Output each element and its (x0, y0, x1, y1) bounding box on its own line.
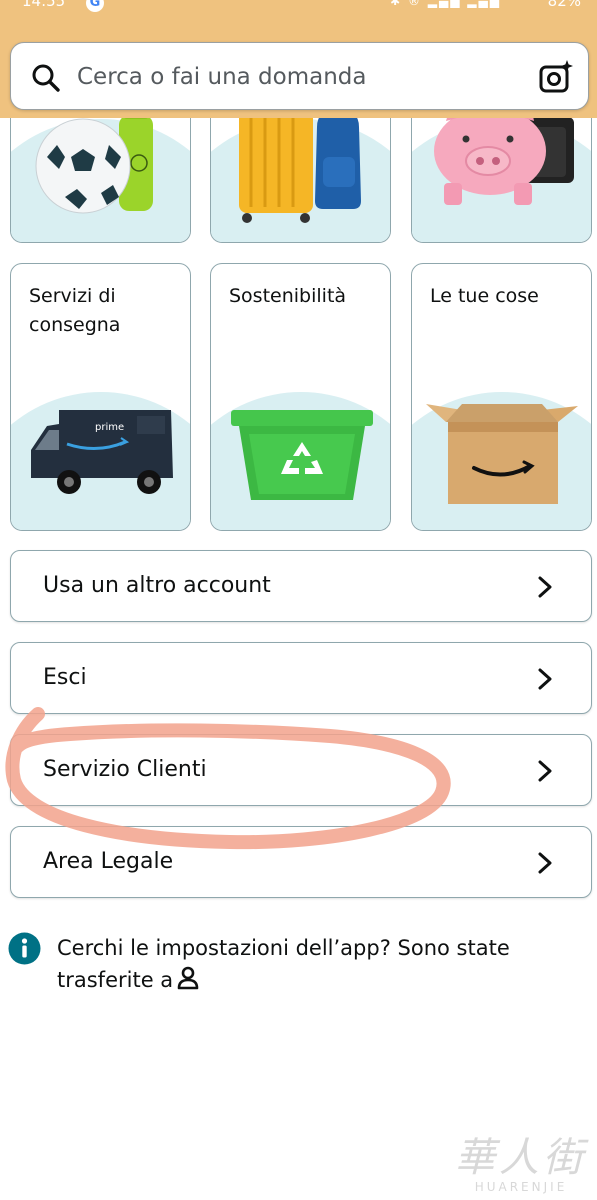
info-icon (8, 932, 41, 965)
van-prime-text: prime (95, 422, 124, 433)
status-time: 14:55 (22, 0, 66, 10)
luggage-image (239, 101, 361, 223)
row-label: Area Legale (43, 849, 174, 874)
sign-out-row[interactable]: Esci (10, 642, 592, 714)
settings-moved-text: Cerchi le impostazioni dell’app? Sono st… (57, 936, 510, 992)
status-bar: 14:55 G ··· ✱ ® ▂▄▆ ▂▄▆ 82% (0, 0, 597, 16)
settings-moved-note: Cerchi le impostazioni dell’app? Sono st… (57, 932, 577, 996)
more-notifications-icon: ··· (112, 0, 129, 8)
battery-level: 82% (547, 0, 581, 10)
search-icon[interactable] (31, 63, 61, 93)
category-card-delivery-services[interactable]: Servizi di consegna prime (10, 263, 191, 531)
legal-area-row[interactable]: Area Legale (10, 826, 592, 898)
watermark-logo: 華人街 (455, 1135, 587, 1181)
customer-service-row[interactable]: Servizio Clienti (10, 734, 592, 806)
card-title: Le tue cose (430, 285, 539, 307)
google-icon: G (86, 0, 104, 12)
card-title: Servizi di consegna (29, 285, 121, 336)
app-header: 14:55 G ··· ✱ ® ▂▄▆ ▂▄▆ 82% Cerca o fai … (0, 0, 597, 118)
row-label: Usa un altro account (43, 573, 271, 598)
soccer-ball-image (35, 103, 153, 214)
use-another-account-row[interactable]: Usa un altro account (10, 550, 592, 622)
category-card-finance[interactable] (411, 100, 592, 243)
watermark-subtext: HUARENJIE (474, 1180, 568, 1194)
camera-search-icon[interactable] (538, 59, 574, 95)
category-card-travel[interactable] (210, 100, 391, 243)
signal-icon: ✱ ® ▂▄▆ ▂▄▆ (390, 0, 501, 8)
chevron-right-icon (538, 668, 552, 690)
search-input[interactable]: Cerca o fai una domanda (77, 63, 367, 91)
watermark: 華人街 HUARENJIE (455, 1136, 587, 1194)
chevron-right-icon (538, 852, 552, 874)
card-title: Sostenibilità (229, 285, 347, 307)
category-card-your-stuff[interactable]: Le tue cose (411, 263, 592, 531)
category-card-sustainability[interactable]: Sostenibilità (210, 263, 391, 531)
person-icon[interactable] (177, 966, 199, 990)
recycling-bin-image (231, 410, 373, 500)
row-label: Esci (43, 665, 87, 690)
amazon-box-image (426, 404, 578, 504)
prime-van-image: prime (31, 410, 173, 494)
piggy-bank-image (434, 101, 574, 205)
chevron-right-icon (538, 760, 552, 782)
chevron-right-icon (538, 576, 552, 598)
category-card-sports[interactable] (10, 100, 191, 243)
search-bar[interactable]: Cerca o fai una domanda (10, 42, 589, 110)
row-label: Servizio Clienti (43, 757, 207, 782)
